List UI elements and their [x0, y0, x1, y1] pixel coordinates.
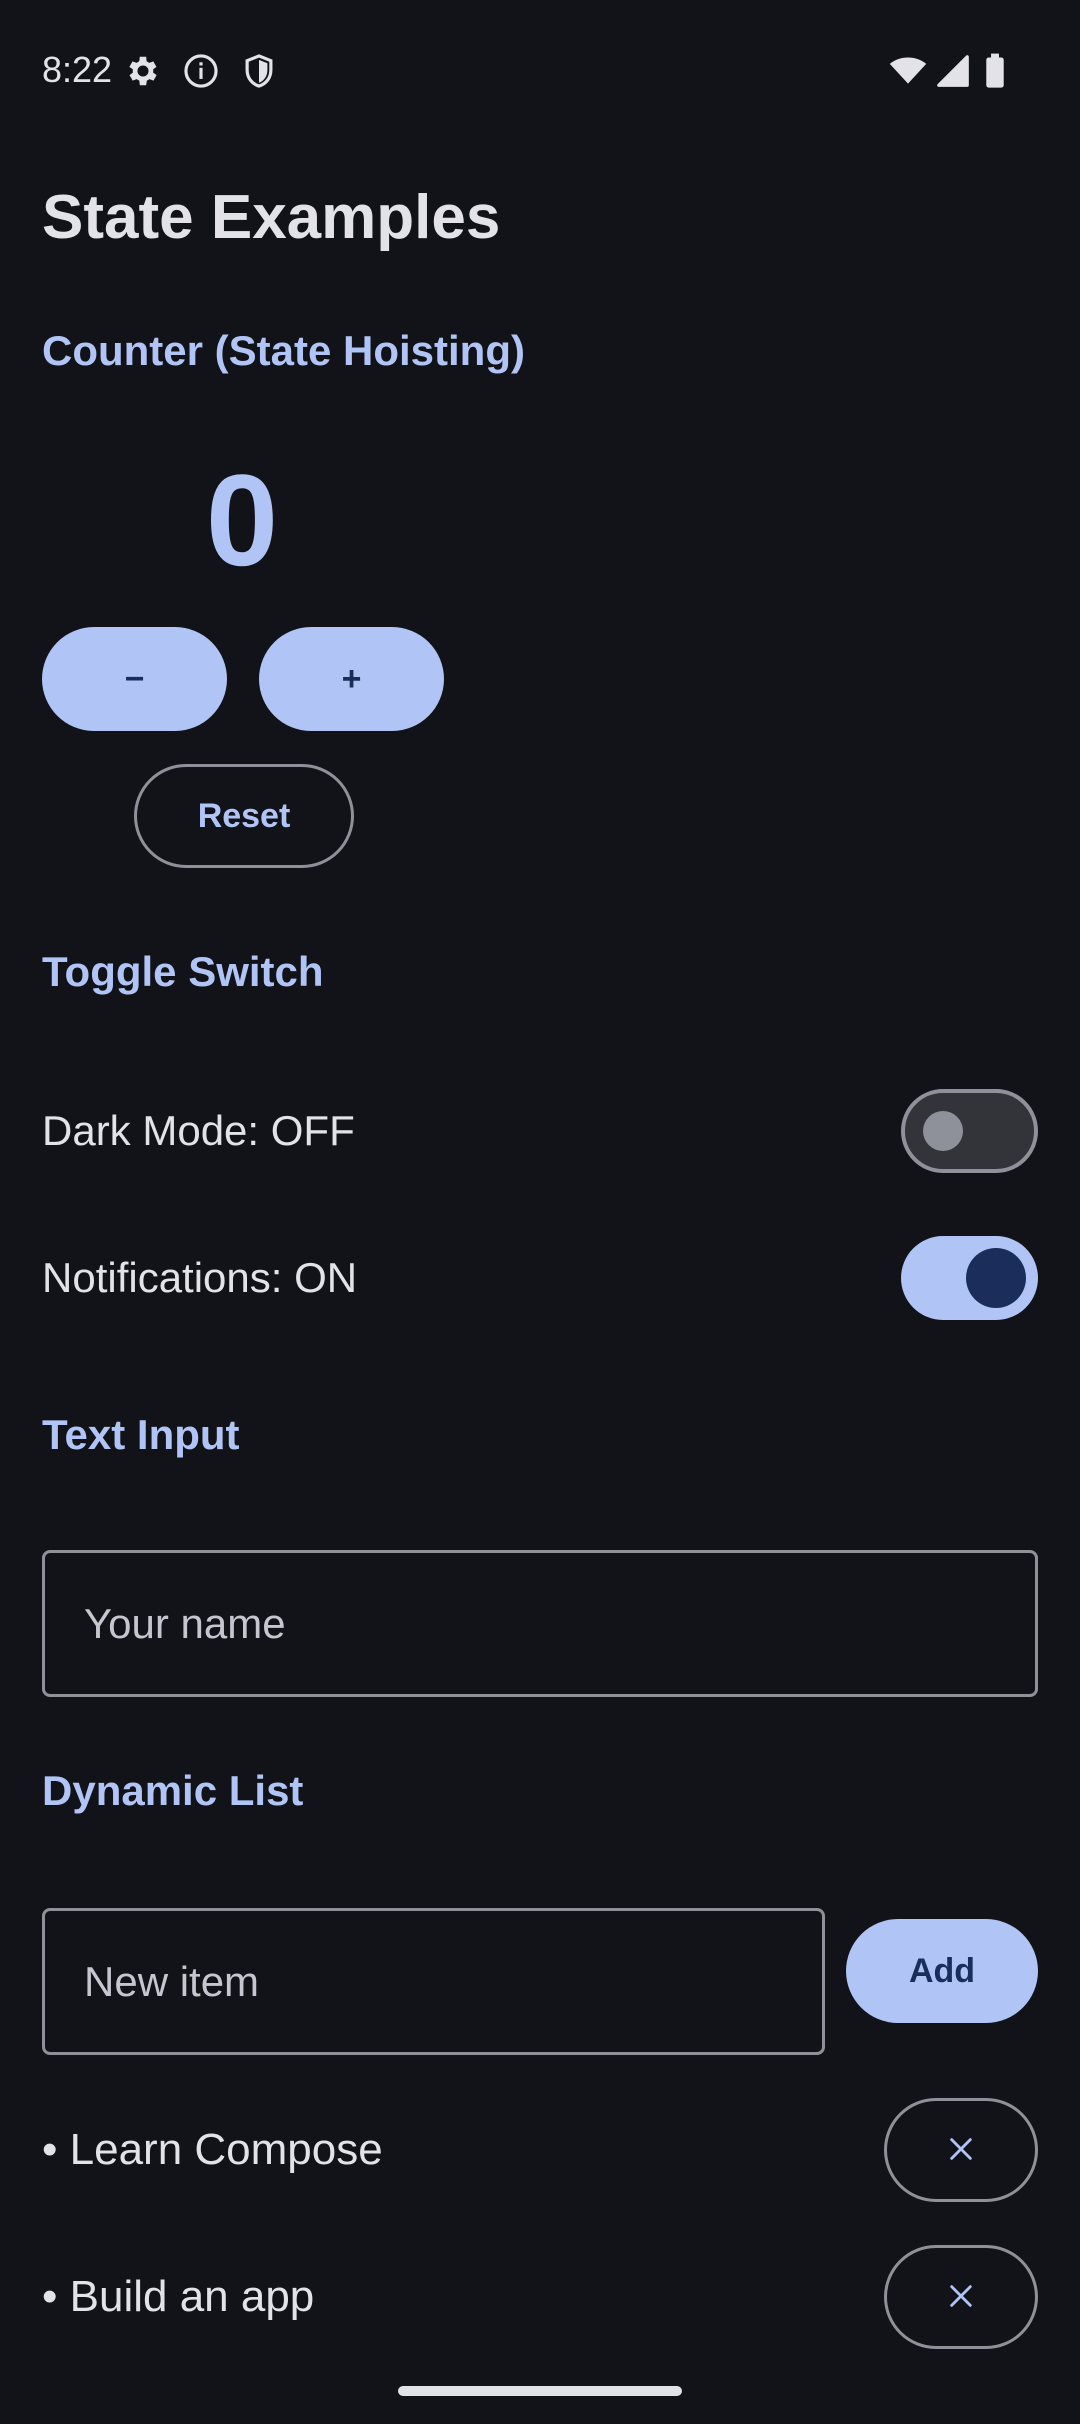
notifications-label: Notifications: ON: [42, 1254, 358, 1301]
notifications-switch[interactable]: [901, 1236, 1038, 1320]
screen: 8:22 State Examples Counter (State Hoist…: [0, 0, 1080, 2424]
shield-icon: [240, 52, 278, 90]
info-icon: [182, 52, 220, 90]
counter-section-title: Counter (State Hoisting): [42, 327, 525, 374]
switch-thumb: [966, 1248, 1026, 1308]
new-item-field[interactable]: [42, 1908, 825, 2055]
delete-item-button[interactable]: [884, 2245, 1038, 2349]
dark-mode-switch[interactable]: [901, 1089, 1038, 1173]
delete-item-button[interactable]: [884, 2098, 1038, 2202]
toggle-section-title: Toggle Switch: [42, 948, 324, 995]
increment-button[interactable]: +: [259, 627, 444, 731]
dark-mode-label: Dark Mode: OFF: [42, 1107, 355, 1154]
close-icon: [947, 2282, 975, 2313]
reset-button[interactable]: Reset: [134, 764, 354, 868]
counter-value: 0: [205, 447, 279, 593]
navigation-handle[interactable]: [398, 2386, 682, 2396]
list-item: • Build an app: [42, 2272, 315, 2321]
close-icon: [947, 2135, 975, 2166]
name-field[interactable]: [42, 1550, 1038, 1697]
status-bar: 8:22: [0, 0, 1080, 140]
switch-thumb: [923, 1111, 963, 1151]
dynamic-list-section-title: Dynamic List: [42, 1767, 304, 1814]
list-item: • Learn Compose: [42, 2125, 383, 2174]
add-button[interactable]: Add: [846, 1919, 1038, 2023]
wifi-icon: [888, 52, 928, 90]
signal-icon: [934, 52, 972, 90]
text-input-section-title: Text Input: [42, 1411, 240, 1458]
decrement-button[interactable]: −: [42, 627, 227, 731]
new-item-input[interactable]: [84, 1911, 781, 2052]
name-input[interactable]: [84, 1553, 994, 1694]
page-title: State Examples: [42, 183, 501, 252]
battery-icon: [980, 52, 1010, 90]
status-time: 8:22: [42, 49, 113, 90]
gear-icon: [124, 52, 162, 90]
